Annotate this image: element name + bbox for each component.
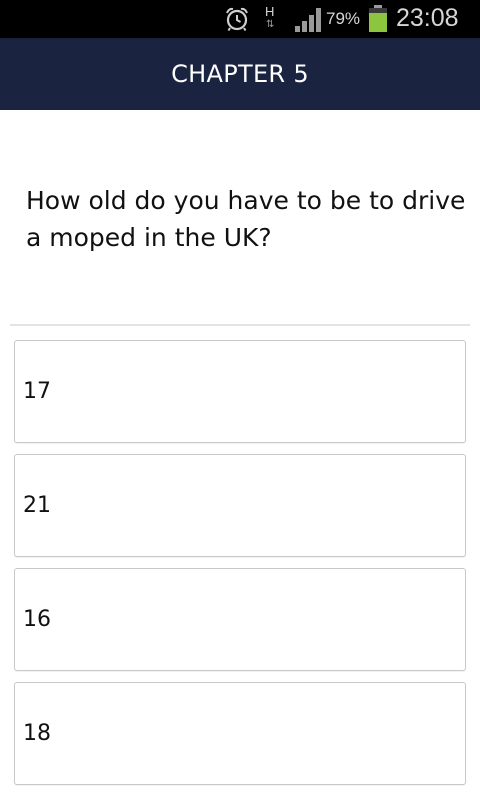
clock-time: 23:08 [396, 4, 459, 32]
battery-icon [369, 5, 387, 32]
battery-percent: 79% [326, 9, 361, 28]
answer-option[interactable]: 21 [14, 454, 466, 557]
answer-label: 16 [23, 607, 51, 632]
answer-label: 17 [23, 379, 51, 404]
divider [10, 324, 470, 326]
answer-label: 21 [23, 493, 51, 518]
network-type-label: H [265, 4, 275, 19]
network-activity-icon: H ⇅ [262, 4, 282, 34]
page-title: CHAPTER 5 [171, 60, 309, 88]
answer-label: 18 [23, 721, 51, 746]
answer-option[interactable]: 18 [14, 682, 466, 785]
answer-option[interactable]: 16 [14, 568, 466, 671]
question-text: How old do you have to be to drive a mop… [26, 186, 466, 252]
signal-strength-icon [295, 8, 321, 32]
answer-option[interactable]: 17 [14, 340, 466, 443]
app-header: CHAPTER 5 [0, 38, 480, 110]
alarm-icon [226, 7, 248, 32]
status-bar: H ⇅ 79% 23:08 [0, 0, 480, 38]
network-arrows: ⇅ [266, 19, 275, 30]
